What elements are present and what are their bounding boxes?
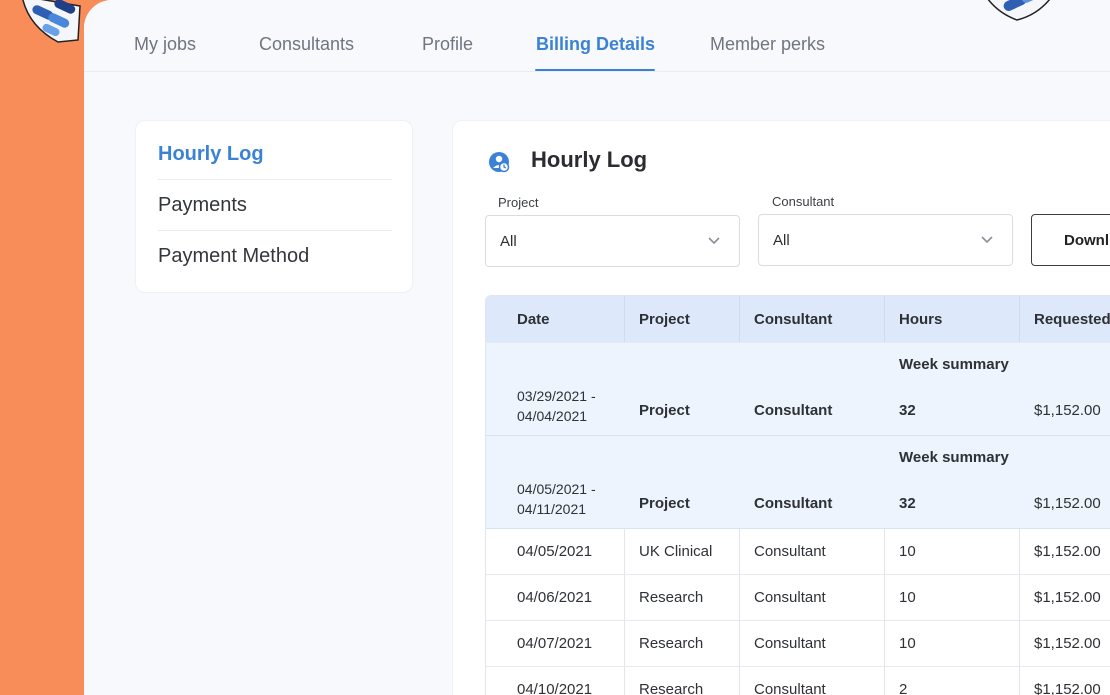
cell-requested: $1,152.00	[1034, 589, 1101, 606]
week-project: Project	[639, 495, 690, 512]
hourly-log-table: Date Project Consultant Hours Requested …	[485, 295, 1110, 695]
sidebar-divider	[158, 179, 392, 180]
table-row[interactable]: 04/06/2021 Research Consultant 10 $1,152…	[486, 575, 1110, 621]
column-header-hours[interactable]: Hours	[899, 311, 942, 328]
cell-consultant: Consultant	[754, 543, 826, 560]
decorative-pills-illustration	[987, 0, 1051, 21]
cell-date: 04/05/2021	[517, 543, 593, 560]
table-row[interactable]: 04/10/2021 Research Consultant 2 $1,152.…	[486, 667, 1110, 695]
chevron-down-icon	[981, 236, 993, 244]
tab-my-jobs[interactable]: My jobs	[134, 34, 196, 55]
column-header-date[interactable]: Date	[517, 311, 550, 328]
consultant-filter-label: Consultant	[772, 194, 835, 209]
cell-requested: $1,152.00	[1034, 635, 1101, 652]
cell-date: 04/10/2021	[517, 681, 593, 695]
cell-consultant: Consultant	[754, 589, 826, 606]
week-summary-row[interactable]: Week summary 03/29/2021 - 04/04/2021 Pro…	[486, 343, 1110, 436]
sidebar-menu: Hourly Log Payments Payment Method	[135, 120, 413, 293]
consultant-select-value: All	[773, 232, 790, 249]
week-requested: $1,152.00	[1034, 402, 1101, 419]
consultant-select[interactable]: All	[758, 214, 1013, 266]
cell-hours: 10	[899, 635, 916, 652]
cell-hours: 10	[899, 543, 916, 560]
cell-requested: $1,152.00	[1034, 543, 1101, 560]
project-select-value: All	[500, 233, 517, 250]
active-tab-indicator	[535, 69, 655, 71]
cell-project: Research	[639, 635, 704, 652]
project-filter-label: Project	[498, 195, 539, 210]
app-window: My jobs Consultants Profile Billing Deta…	[84, 0, 1110, 695]
week-requested: $1,152.00	[1034, 495, 1101, 512]
week-date-range: 04/05/2021 -	[517, 481, 596, 497]
week-date-range: 04/04/2021	[517, 408, 588, 424]
cell-consultant: Consultant	[754, 635, 826, 652]
table-row[interactable]: 04/05/2021 UK Clinical Consultant 10 $1,…	[486, 529, 1110, 575]
cell-project: Research	[639, 589, 704, 606]
clock-user-icon	[489, 152, 510, 173]
column-header-consultant[interactable]: Consultant	[754, 311, 832, 328]
sidebar-item-payment-method[interactable]: Payment Method	[158, 245, 392, 268]
sidebar-item-payments[interactable]: Payments	[158, 194, 392, 217]
project-select[interactable]: All	[485, 215, 740, 267]
tab-consultants[interactable]: Consultants	[259, 34, 354, 55]
table-row[interactable]: 04/07/2021 Research Consultant 10 $1,152…	[486, 621, 1110, 667]
download-button[interactable]: Downl	[1031, 214, 1110, 266]
column-header-project[interactable]: Project	[639, 311, 690, 328]
cell-requested: $1,152.00	[1034, 681, 1101, 695]
tab-billing-details[interactable]: Billing Details	[536, 34, 655, 55]
tab-member-perks[interactable]: Member perks	[710, 34, 825, 55]
cell-date: 04/07/2021	[517, 635, 593, 652]
week-date-range: 04/11/2021	[517, 501, 587, 517]
page-title: Hourly Log	[531, 147, 648, 172]
column-header-requested[interactable]: Requested	[1034, 311, 1110, 328]
cell-hours: 10	[899, 589, 916, 606]
cell-hours: 2	[899, 681, 908, 695]
week-consultant: Consultant	[754, 495, 833, 512]
week-summary-label: Week summary	[899, 356, 1009, 373]
tab-profile[interactable]: Profile	[422, 34, 473, 55]
sidebar-item-hourly-log[interactable]: Hourly Log	[158, 143, 392, 166]
week-consultant: Consultant	[754, 402, 833, 419]
cell-date: 04/06/2021	[517, 589, 593, 606]
table-header-row: Date Project Consultant Hours Requested	[486, 296, 1110, 343]
week-date-range: 03/29/2021 -	[517, 388, 596, 404]
week-hours: 32	[899, 402, 916, 419]
chevron-down-icon	[708, 237, 720, 245]
week-summary-row[interactable]: Week summary 04/05/2021 - 04/11/2021 Pro…	[486, 436, 1110, 529]
cell-project: Research	[639, 681, 704, 695]
week-project: Project	[639, 402, 690, 419]
week-hours: 32	[899, 495, 916, 512]
hourly-log-panel: Hourly Log Project All Consultant All Do…	[452, 120, 1110, 695]
cell-consultant: Consultant	[754, 681, 826, 695]
sidebar-divider	[158, 230, 392, 231]
week-summary-label: Week summary	[899, 449, 1009, 466]
top-navigation: My jobs Consultants Profile Billing Deta…	[84, 0, 1110, 72]
cell-project: UK Clinical	[639, 543, 713, 560]
